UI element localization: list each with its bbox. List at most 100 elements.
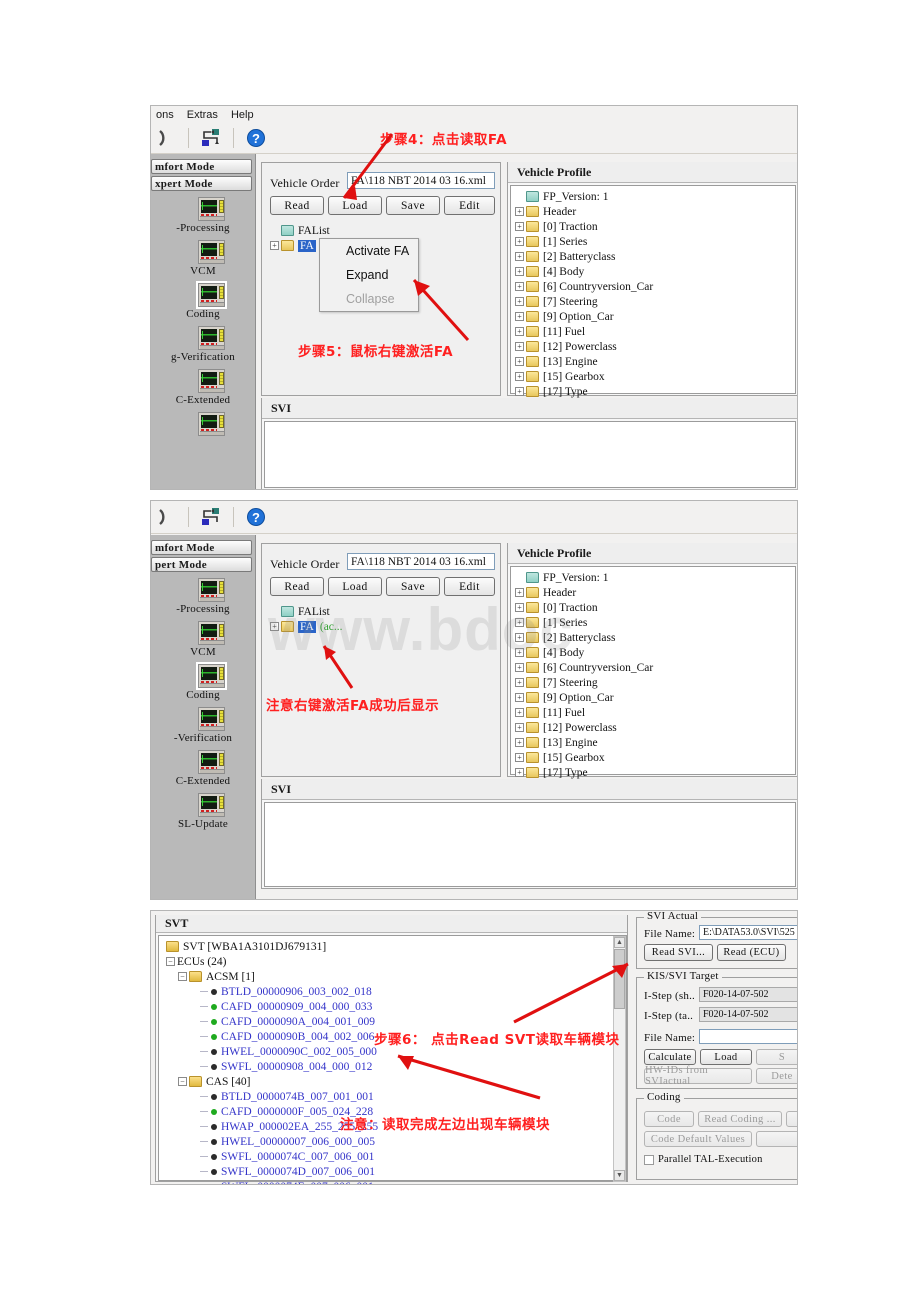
expand-icon[interactable]: + bbox=[515, 222, 524, 231]
code-default-values-button[interactable]: Code Default Values bbox=[644, 1131, 752, 1147]
expand-icon[interactable]: + bbox=[515, 207, 524, 216]
tree-row-profile-node[interactable]: + [13] Engine bbox=[515, 735, 791, 750]
tree-row-profile-node[interactable]: + [6] Countryversion_Car bbox=[515, 279, 791, 294]
kis-load-button[interactable]: Load bbox=[700, 1049, 752, 1065]
collapse-icon[interactable]: − bbox=[178, 972, 187, 981]
expand-icon[interactable]: + bbox=[515, 753, 524, 762]
context-menu-item-activate-fa[interactable]: Activate FA bbox=[320, 239, 418, 263]
tree-row-profile-node[interactable]: + [15] Gearbox bbox=[515, 750, 791, 765]
svt-tree-area[interactable]: SVT [WBA1A3101DJ679131] − ECUs (24) − ACS… bbox=[158, 935, 627, 1184]
arrow-icon[interactable] bbox=[153, 126, 179, 150]
collapse-icon[interactable]: − bbox=[178, 1077, 187, 1086]
sidebar-item-vcm[interactable]: VCM bbox=[151, 621, 255, 658]
code-button[interactable]: Code bbox=[644, 1111, 694, 1127]
read-coding-button[interactable]: Read Coding ... bbox=[698, 1111, 782, 1127]
vehicle-order-input[interactable]: FA\118 NBT 2014 03 16.xml bbox=[347, 553, 495, 570]
tree-row-root[interactable]: FP_Version: 1 bbox=[515, 189, 791, 204]
expert-mode-button[interactable]: xpert Mode bbox=[151, 176, 252, 191]
expand-icon[interactable]: + bbox=[515, 312, 524, 321]
transfer-icon[interactable] bbox=[198, 126, 224, 150]
menu-bar[interactable]: ons Extras Help bbox=[151, 106, 797, 123]
detect-button[interactable]: Dete bbox=[756, 1068, 797, 1084]
read-svi-button[interactable]: Read SVI... bbox=[644, 944, 713, 961]
vehicle-profile-tree[interactable]: FP_Version: 1 + Header + [0] Traction + [1] S… bbox=[515, 189, 791, 399]
read-ecu-button[interactable]: Read (ECU) bbox=[717, 944, 786, 961]
tree-row-svt-root[interactable]: SVT [WBA1A3101DJ679131] bbox=[164, 939, 604, 954]
tree-row-ecu-entry[interactable]: BTLD_0000074B_007_001_001 bbox=[164, 1089, 604, 1104]
tree-row-ecu-group[interactable]: − ACSM [1] bbox=[164, 969, 604, 984]
calculate-button[interactable]: Calculate bbox=[644, 1049, 696, 1065]
tree-row-ecu-entry[interactable]: SWFL_0000074E_007_006_001 bbox=[164, 1179, 604, 1184]
svt-group-list[interactable]: − ACSM [1] BTLD_00000906_003_002_018 CAFD_0… bbox=[164, 969, 604, 1184]
tree-row-ecu-entry[interactable]: BTLD_00000906_003_002_018 bbox=[164, 984, 604, 999]
kis-save-button[interactable]: S bbox=[756, 1049, 797, 1065]
expand-icon[interactable]: + bbox=[515, 372, 524, 381]
tree-row-ecu-entry[interactable]: SWFL_00000908_004_000_012 bbox=[164, 1059, 604, 1074]
tree-row-profile-node[interactable]: + [15] Gearbox bbox=[515, 369, 791, 384]
menu-item-options[interactable]: ons bbox=[155, 109, 175, 121]
expert-mode-button[interactable]: pert Mode bbox=[151, 557, 252, 572]
vehicle-order-input[interactable]: FA\118 NBT 2014 03 16.xml bbox=[347, 172, 495, 189]
expand-icon[interactable]: + bbox=[515, 693, 524, 702]
tree-row-profile-node[interactable]: + [7] Steering bbox=[515, 675, 791, 690]
sidebar-one[interactable]: mfort Mode xpert Mode -Processing VCM Co… bbox=[151, 154, 256, 489]
tree-row-profile-node[interactable]: + [12] Powerclass bbox=[515, 339, 791, 354]
tree-row-profile-node[interactable]: + [4] Body bbox=[515, 264, 791, 279]
fa-context-menu[interactable]: Activate FA Expand Collapse bbox=[319, 238, 419, 312]
sidebar-item-processing[interactable]: -Processing bbox=[151, 197, 255, 234]
sidebar-item-processing[interactable]: -Processing bbox=[151, 578, 255, 615]
tree-row-falist[interactable]: FAList bbox=[270, 223, 490, 238]
help-icon[interactable]: ? bbox=[243, 126, 269, 150]
svi-content-area[interactable] bbox=[264, 421, 796, 488]
save-button[interactable]: Save bbox=[386, 196, 440, 215]
sidebar-item-coding[interactable]: Coding bbox=[151, 281, 255, 320]
expand-icon[interactable]: + bbox=[515, 708, 524, 717]
collapse-icon[interactable]: − bbox=[166, 957, 175, 966]
expand-icon[interactable]: + bbox=[270, 241, 279, 250]
sidebar-two[interactable]: mfort Mode pert Mode -Processing VCM Cod… bbox=[151, 535, 256, 899]
sidebar-item-extended[interactable]: C-Extended bbox=[151, 750, 255, 787]
scrollbar-thumb[interactable] bbox=[614, 949, 625, 1009]
edit-button[interactable]: Edit bbox=[444, 196, 495, 215]
expand-icon[interactable]: + bbox=[515, 327, 524, 336]
comfort-mode-button[interactable]: mfort Mode bbox=[151, 159, 252, 174]
tree-row-ecu-entry[interactable]: HWEL_00000007_006_000_005 bbox=[164, 1134, 604, 1149]
tree-row-ecus[interactable]: − ECUs (24) bbox=[164, 954, 604, 969]
arrow-icon[interactable] bbox=[153, 505, 179, 529]
svt-tree[interactable]: SVT [WBA1A3101DJ679131] − ECUs (24) − ACS… bbox=[164, 939, 604, 1184]
load-button[interactable]: Load bbox=[328, 577, 382, 596]
help-icon[interactable]: ? bbox=[243, 505, 269, 529]
tree-row-root[interactable]: FP_Version: 1 bbox=[515, 570, 791, 585]
extra-coding-button[interactable] bbox=[786, 1111, 797, 1127]
vehicle-profile-node-list[interactable]: + Header + [0] Traction + [1] Series + [2] Batt… bbox=[515, 204, 791, 399]
scroll-up-icon[interactable]: ▲ bbox=[614, 937, 625, 948]
expand-icon[interactable]: + bbox=[515, 663, 524, 672]
tree-row-ecu-entry[interactable]: SWFL_0000074D_007_006_001 bbox=[164, 1164, 604, 1179]
sidebar-item-extended[interactable]: C-Extended bbox=[151, 369, 255, 406]
tree-row-profile-node[interactable]: + [9] Option_Car bbox=[515, 690, 791, 705]
tree-row-ecu-entry[interactable]: CAFD_00000909_004_000_033 bbox=[164, 999, 604, 1014]
kis-filename-input[interactable] bbox=[699, 1029, 797, 1044]
tree-row-profile-node[interactable]: + [12] Powerclass bbox=[515, 720, 791, 735]
edit-button[interactable]: Edit bbox=[444, 577, 495, 596]
expand-icon[interactable]: + bbox=[515, 252, 524, 261]
expand-icon[interactable]: + bbox=[515, 282, 524, 291]
save-button[interactable]: Save bbox=[386, 577, 440, 596]
sidebar-item-verification[interactable]: g-Verification bbox=[151, 326, 255, 363]
expand-icon[interactable]: + bbox=[515, 768, 524, 777]
tree-row-profile-node[interactable]: + [7] Steering bbox=[515, 294, 791, 309]
tree-row-profile-node[interactable]: + [17] Type bbox=[515, 765, 791, 780]
tool-bar-two[interactable]: ? bbox=[151, 501, 797, 534]
checkbox-icon[interactable] bbox=[644, 1154, 654, 1165]
tree-row-ecu-entry[interactable]: SWFL_0000074C_007_006_001 bbox=[164, 1149, 604, 1164]
istep-target-input[interactable]: F020-14-07-502 bbox=[699, 1007, 797, 1022]
tree-row-profile-node[interactable]: + [0] Traction bbox=[515, 219, 791, 234]
vehicle-profile-tree-area[interactable]: FP_Version: 1 + Header + [0] Traction + [1] S… bbox=[510, 185, 796, 398]
menu-item-extras[interactable]: Extras bbox=[186, 109, 219, 121]
tree-row-profile-node[interactable]: + Header bbox=[515, 204, 791, 219]
expand-icon[interactable]: + bbox=[515, 297, 524, 306]
parallel-tal-execution-row[interactable]: Parallel TAL-Execution bbox=[644, 1154, 763, 1165]
expand-icon[interactable]: + bbox=[515, 723, 524, 732]
transfer-icon[interactable] bbox=[198, 505, 224, 529]
tree-row-profile-node[interactable]: + [1] Series bbox=[515, 234, 791, 249]
